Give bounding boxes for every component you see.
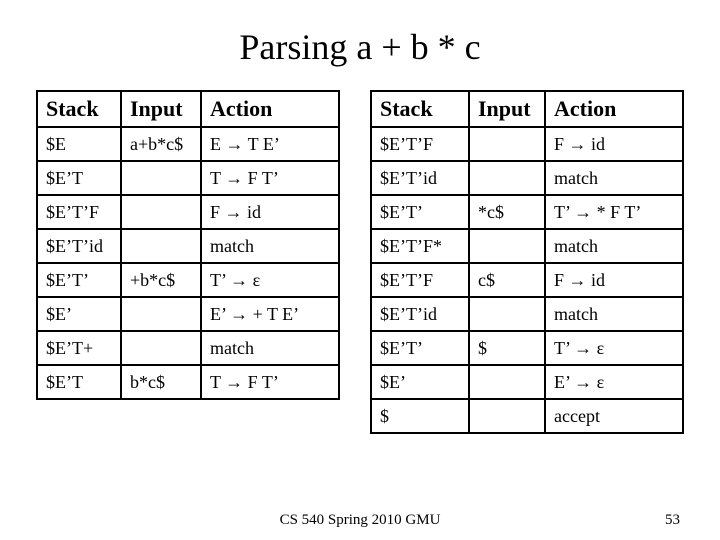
cell-input: a+b*c$ <box>121 127 201 161</box>
cell-stack: $E’T’ <box>371 331 469 365</box>
table-row: $E’T’+b*c$T’ → ε <box>37 263 339 297</box>
cell-action: F → id <box>545 263 683 297</box>
cell-action: match <box>545 297 683 331</box>
cell-input: b*c$ <box>121 365 201 399</box>
cell-action: match <box>201 229 339 263</box>
table-row: $E’T’id match <box>371 161 683 195</box>
cell-input <box>121 331 201 365</box>
cell-input <box>121 195 201 229</box>
cell-stack: $E’T’F <box>371 263 469 297</box>
cell-input <box>469 297 545 331</box>
col-input: Input <box>121 91 201 127</box>
cell-input <box>121 229 201 263</box>
cell-stack: $ <box>371 399 469 433</box>
table-row: $E’T T → F T’ <box>37 161 339 195</box>
slide-title: Parsing a + b * c <box>28 26 692 68</box>
cell-stack: $E’T’ <box>37 263 121 297</box>
table-row: $E’T’Fc$F → id <box>371 263 683 297</box>
table-row: $E’ E’ → + T E’ <box>37 297 339 331</box>
table-row: $Ea+b*c$E → T E’ <box>37 127 339 161</box>
cell-stack: $E’T’id <box>371 297 469 331</box>
table-row: $ accept <box>371 399 683 433</box>
cell-input <box>469 161 545 195</box>
cell-input <box>121 161 201 195</box>
slide: Parsing a + b * c Stack Input Action $Ea… <box>0 0 720 540</box>
parse-table-left: Stack Input Action $Ea+b*c$E → T E’ $E’T… <box>36 90 340 400</box>
cell-stack: $E <box>37 127 121 161</box>
col-stack: Stack <box>371 91 469 127</box>
table-row: $E’ E’ → ε <box>371 365 683 399</box>
table-row: $E’T’F* match <box>371 229 683 263</box>
cell-action: T’ → ε <box>545 331 683 365</box>
page-number: 53 <box>665 512 680 529</box>
cell-input: +b*c$ <box>121 263 201 297</box>
cell-action: T → F T’ <box>201 365 339 399</box>
table-row: $E’T’id match <box>37 229 339 263</box>
cell-input: c$ <box>469 263 545 297</box>
cell-input: $ <box>469 331 545 365</box>
cell-action: T → F T’ <box>201 161 339 195</box>
table-row: $E’Tb*c$T → F T’ <box>37 365 339 399</box>
col-stack: Stack <box>37 91 121 127</box>
cell-stack: $E’T <box>37 365 121 399</box>
table-header-row: Stack Input Action <box>37 91 339 127</box>
cell-action: E → T E’ <box>201 127 339 161</box>
table-header-row: Stack Input Action <box>371 91 683 127</box>
parse-table-right: Stack Input Action $E’T’F F → id $E’T’id m… <box>370 90 684 434</box>
cell-stack: $E’T+ <box>37 331 121 365</box>
table-row: $E’T’F F → id <box>37 195 339 229</box>
cell-stack: $E’T <box>37 161 121 195</box>
cell-input <box>121 297 201 331</box>
table-row: $E’T’id match <box>371 297 683 331</box>
cell-action: match <box>201 331 339 365</box>
cell-action: accept <box>545 399 683 433</box>
cell-stack: $E’ <box>371 365 469 399</box>
cell-input <box>469 399 545 433</box>
col-action: Action <box>201 91 339 127</box>
cell-input <box>469 229 545 263</box>
cell-action: E’ → + T E’ <box>201 297 339 331</box>
col-input: Input <box>469 91 545 127</box>
cell-stack: $E’T’F <box>37 195 121 229</box>
cell-input <box>469 127 545 161</box>
cell-action: T’ → * F T’ <box>545 195 683 229</box>
cell-action: T’ → ε <box>201 263 339 297</box>
table-row: $E’T’F F → id <box>371 127 683 161</box>
cell-action: match <box>545 229 683 263</box>
cell-input: *c$ <box>469 195 545 229</box>
cell-action: F → id <box>201 195 339 229</box>
table-row: $E’T+ match <box>37 331 339 365</box>
cell-action: match <box>545 161 683 195</box>
cell-stack: $E’T’ <box>371 195 469 229</box>
cell-stack: $E’T’id <box>371 161 469 195</box>
cell-stack: $E’T’id <box>37 229 121 263</box>
cell-action: E’ → ε <box>545 365 683 399</box>
footer-text: CS 540 Spring 2010 GMU <box>0 512 720 529</box>
cell-stack: $E’T’F* <box>371 229 469 263</box>
col-action: Action <box>545 91 683 127</box>
cell-stack: $E’ <box>37 297 121 331</box>
cell-input <box>469 365 545 399</box>
table-row: $E’T’$T’ → ε <box>371 331 683 365</box>
cell-stack: $E’T’F <box>371 127 469 161</box>
tables-container: Stack Input Action $Ea+b*c$E → T E’ $E’T… <box>28 90 692 434</box>
cell-action: F → id <box>545 127 683 161</box>
table-row: $E’T’*c$T’ → * F T’ <box>371 195 683 229</box>
